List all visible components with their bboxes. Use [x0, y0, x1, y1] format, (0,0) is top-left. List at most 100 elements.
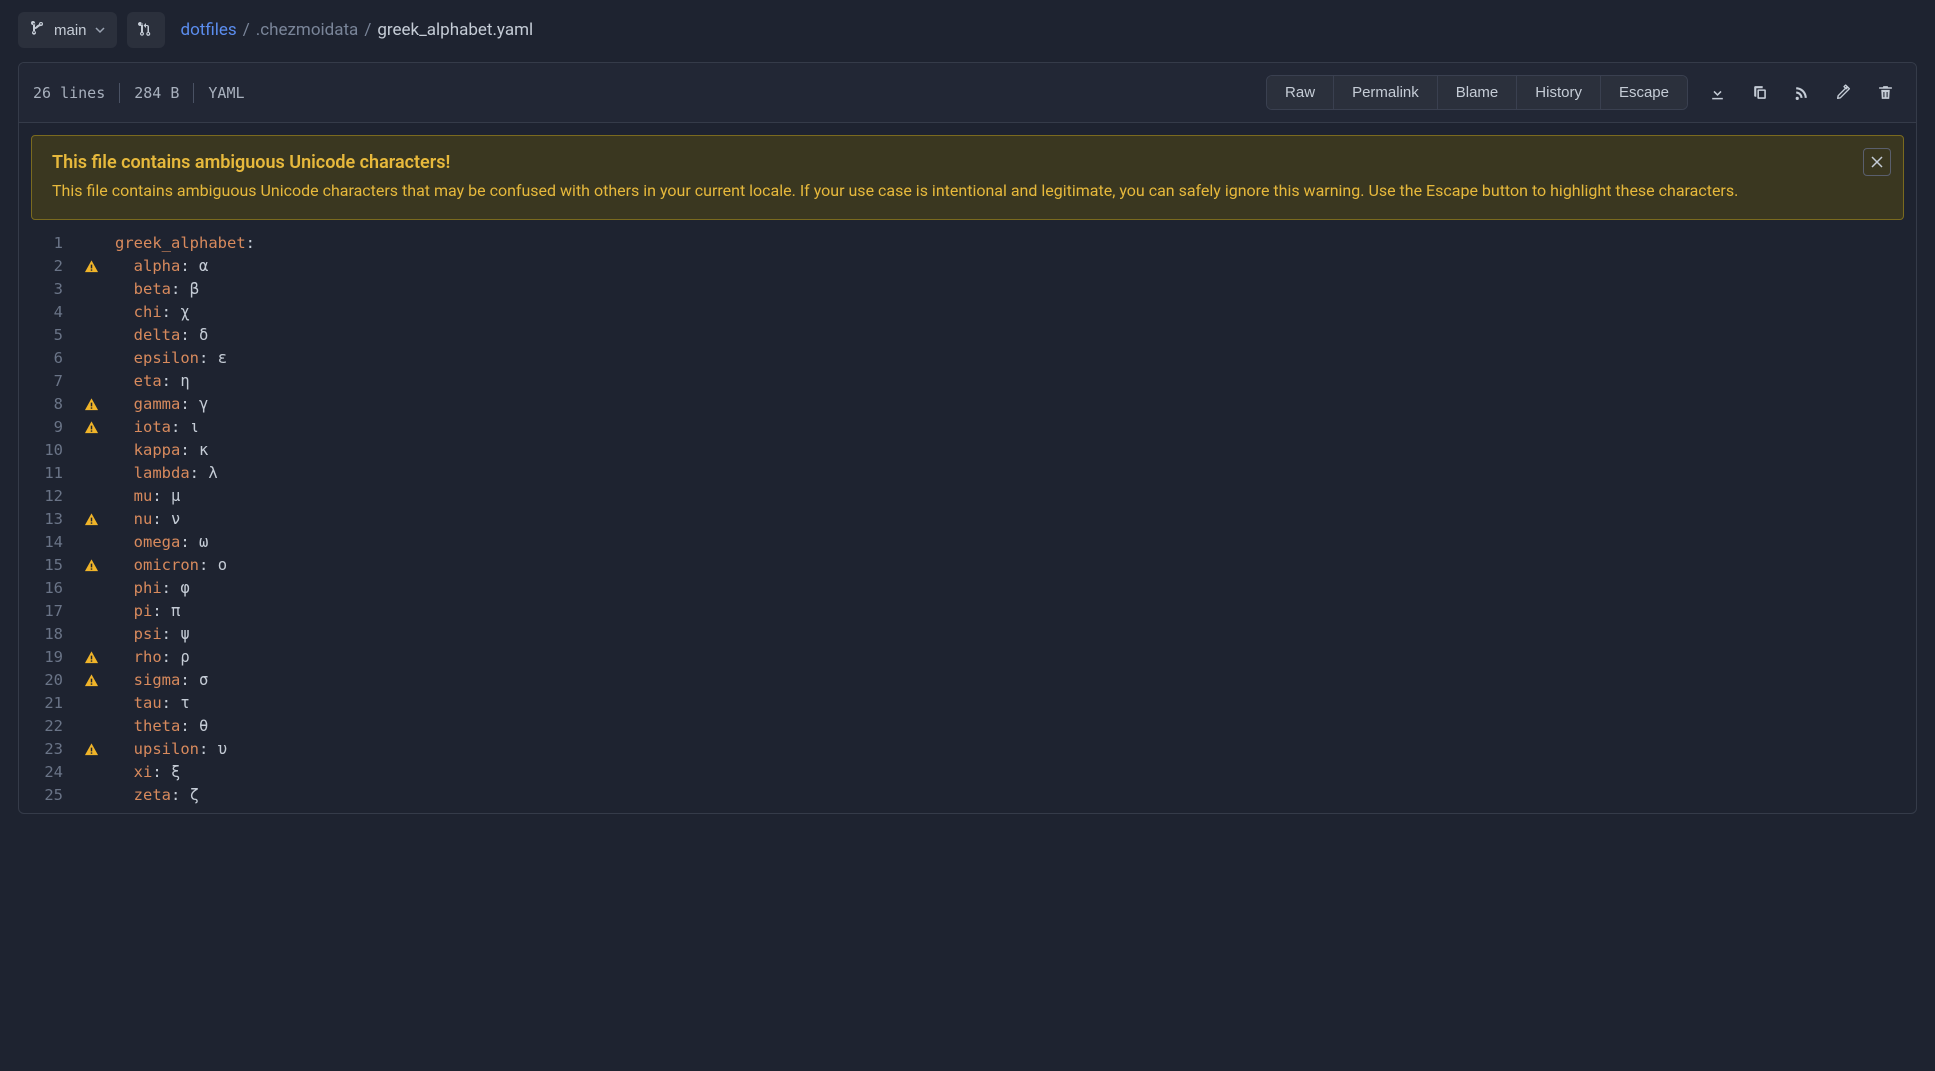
code-content: xi: ξ [107, 761, 180, 784]
breadcrumb-path[interactable]: .chezmoidata [256, 20, 359, 40]
line-number[interactable]: 5 [19, 324, 75, 347]
trash-icon[interactable] [1868, 76, 1902, 110]
yaml-value: μ [171, 487, 180, 505]
line-number[interactable]: 20 [19, 669, 75, 692]
code-line: 13 nu: ν [19, 508, 1916, 531]
warning-icon[interactable] [75, 420, 107, 435]
yaml-key: iota [134, 418, 171, 436]
code-line: 16 phi: φ [19, 577, 1916, 600]
warning-icon[interactable] [75, 558, 107, 573]
history-button[interactable]: History [1517, 76, 1601, 109]
yaml-key: theta [134, 717, 181, 735]
warning-icon[interactable] [75, 512, 107, 527]
yaml-key: rho [134, 648, 162, 666]
line-number[interactable]: 3 [19, 278, 75, 301]
code-line: 5 delta: δ [19, 324, 1916, 347]
escape-button[interactable]: Escape [1601, 76, 1687, 109]
warning-icon[interactable] [75, 259, 107, 274]
code-line: 14 omega: ω [19, 531, 1916, 554]
line-number[interactable]: 4 [19, 301, 75, 324]
line-number[interactable]: 14 [19, 531, 75, 554]
blame-button[interactable]: Blame [1438, 76, 1518, 109]
line-number[interactable]: 1 [19, 232, 75, 255]
close-icon[interactable] [1863, 148, 1891, 176]
meta-divider [119, 83, 120, 103]
yaml-value: ε [218, 349, 227, 367]
warning-body: This file contains ambiguous Unicode cha… [52, 179, 1853, 203]
yaml-key: omicron [134, 556, 199, 574]
warning-icon[interactable] [75, 397, 107, 412]
code-line: 10 kappa: κ [19, 439, 1916, 462]
line-number[interactable]: 10 [19, 439, 75, 462]
code-content: eta: η [107, 370, 190, 393]
code-content: omega: ω [107, 531, 208, 554]
code-line: 19 rho: ρ [19, 646, 1916, 669]
action-icons [1700, 76, 1902, 110]
code-content: kappa: κ [107, 439, 208, 462]
code-content: psi: ψ [107, 623, 190, 646]
breadcrumb-repo[interactable]: dotfiles [181, 20, 237, 40]
breadcrumb-sep: / [364, 20, 371, 40]
warning-icon[interactable] [75, 673, 107, 688]
line-number[interactable]: 22 [19, 715, 75, 738]
yaml-key: eta [134, 372, 162, 390]
line-number[interactable]: 18 [19, 623, 75, 646]
compare-button[interactable] [127, 12, 165, 48]
line-number[interactable]: 25 [19, 784, 75, 807]
yaml-value: ζ [190, 786, 199, 804]
yaml-key: xi [134, 763, 153, 781]
download-icon[interactable] [1700, 76, 1734, 110]
line-number[interactable]: 7 [19, 370, 75, 393]
code-line: 18 psi: ψ [19, 623, 1916, 646]
yaml-value: ν [171, 510, 180, 528]
yaml-value: π [171, 602, 180, 620]
line-number[interactable]: 9 [19, 416, 75, 439]
warning-icon[interactable] [75, 650, 107, 665]
code-line: 1greek_alphabet: [19, 232, 1916, 255]
yaml-value: ψ [180, 625, 189, 643]
yaml-value: α [199, 257, 208, 275]
line-number[interactable]: 13 [19, 508, 75, 531]
line-number[interactable]: 21 [19, 692, 75, 715]
code-line: 3 beta: β [19, 278, 1916, 301]
yaml-value: β [190, 280, 199, 298]
line-number[interactable]: 2 [19, 255, 75, 278]
unicode-warning: This file contains ambiguous Unicode cha… [31, 135, 1904, 220]
edit-icon[interactable] [1826, 76, 1860, 110]
git-branch-icon [30, 20, 46, 40]
code-content: nu: ν [107, 508, 180, 531]
code-content: omicron: ο [107, 554, 227, 577]
branch-selector[interactable]: main [18, 12, 117, 48]
line-number[interactable]: 8 [19, 393, 75, 416]
line-number[interactable]: 11 [19, 462, 75, 485]
line-number[interactable]: 15 [19, 554, 75, 577]
code-content: iota: ι [107, 416, 199, 439]
warning-icon[interactable] [75, 742, 107, 757]
yaml-value: δ [199, 326, 208, 344]
code-line: 11 lambda: λ [19, 462, 1916, 485]
code-line: 25 zeta: ζ [19, 784, 1916, 807]
yaml-value: ο [218, 556, 227, 574]
line-number[interactable]: 16 [19, 577, 75, 600]
yaml-value: ρ [180, 648, 189, 666]
copy-icon[interactable] [1742, 76, 1776, 110]
line-number[interactable]: 12 [19, 485, 75, 508]
rss-icon[interactable] [1784, 76, 1818, 110]
file-button-group: Raw Permalink Blame History Escape [1266, 75, 1688, 110]
raw-button[interactable]: Raw [1267, 76, 1334, 109]
yaml-value: ω [199, 533, 208, 551]
line-number[interactable]: 6 [19, 347, 75, 370]
permalink-button[interactable]: Permalink [1334, 76, 1438, 109]
code-content: mu: μ [107, 485, 180, 508]
line-number[interactable]: 23 [19, 738, 75, 761]
code-line: 4 chi: χ [19, 301, 1916, 324]
yaml-value: σ [199, 671, 208, 689]
yaml-value: κ [199, 441, 208, 459]
line-number[interactable]: 19 [19, 646, 75, 669]
line-number[interactable]: 17 [19, 600, 75, 623]
yaml-key: pi [134, 602, 153, 620]
line-number[interactable]: 24 [19, 761, 75, 784]
file-panel: 26 lines 284 B YAML Raw Permalink Blame … [18, 62, 1917, 814]
yaml-key: zeta [134, 786, 171, 804]
code-line: 2 alpha: α [19, 255, 1916, 278]
